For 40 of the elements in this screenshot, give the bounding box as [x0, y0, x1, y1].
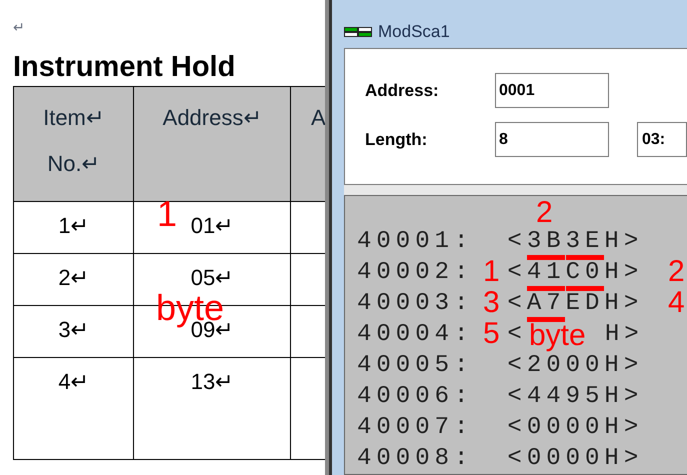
- annotation-label: 2: [668, 258, 685, 286]
- register-value: <3B3EH>: [507, 230, 644, 254]
- table-cell: 4↵: [14, 358, 134, 459]
- table-cell: 13↵: [134, 358, 291, 459]
- field-label: Address:: [365, 80, 440, 102]
- table-cell: 3↵: [14, 306, 134, 357]
- register-address: 40004:: [357, 322, 474, 346]
- column-header: Address↵: [134, 87, 291, 201]
- register-address: 40001:: [357, 230, 474, 254]
- register-value: <0000H>: [507, 446, 644, 470]
- register-value: <2000H>: [507, 354, 644, 378]
- register-address: 40002:: [357, 260, 474, 284]
- paragraph-mark: ↵: [13, 18, 26, 36]
- register-address: 40008:: [357, 446, 474, 470]
- document-heading: Instrument Hold: [13, 50, 236, 85]
- register-value: <0000H>: [507, 416, 644, 440]
- window-icon: [344, 27, 372, 37]
- annotation-label: 4: [668, 289, 685, 317]
- register-address: 40005:: [357, 354, 474, 378]
- function-field[interactable]: 03:: [637, 122, 687, 157]
- register-value: <: [507, 322, 527, 346]
- register-value: <41C0H>: [507, 260, 644, 284]
- register-address: 40006:: [357, 384, 474, 408]
- annotation-label: 5: [483, 320, 500, 348]
- annotation-underline: [527, 317, 565, 322]
- register-value: <A7EDH>: [507, 292, 644, 316]
- table-cell: 2↵: [14, 254, 134, 305]
- window-title: ModSca1: [378, 21, 450, 44]
- column-header: Item↵ No.↵: [14, 87, 134, 201]
- register-address: 40007:: [357, 416, 474, 440]
- register-value: <4495H>: [507, 384, 644, 408]
- field-label: Length:: [365, 128, 428, 151]
- register-value: H>: [604, 322, 644, 346]
- input-field[interactable]: 8: [495, 122, 609, 157]
- annotation-label: 2: [536, 199, 553, 227]
- table-cell: 1↵: [14, 202, 134, 253]
- input-field[interactable]: 0001: [495, 73, 609, 108]
- annotation-label: 3: [483, 289, 500, 317]
- annotation-label: 1: [483, 258, 500, 286]
- register-address: 40003:: [357, 292, 474, 316]
